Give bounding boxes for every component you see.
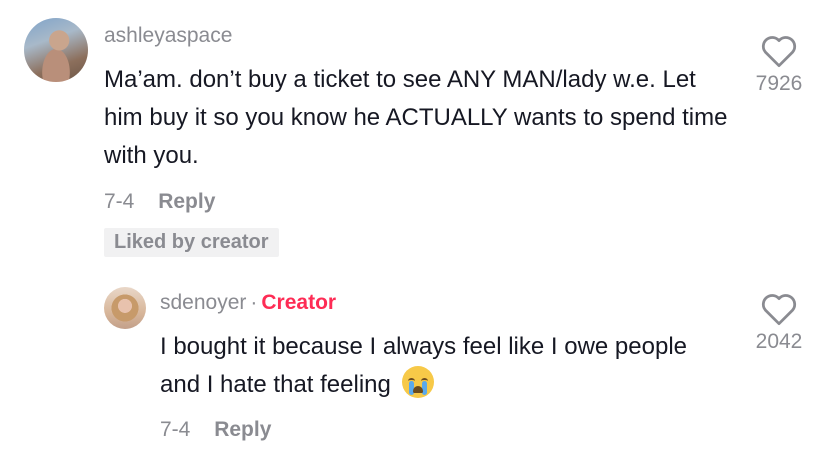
like-count: 7926 — [755, 72, 803, 95]
creator-badge: Creator — [261, 291, 337, 314]
avatar[interactable] — [104, 287, 146, 329]
loudly-crying-face-icon — [401, 366, 434, 398]
heart-outline-icon[interactable] — [760, 292, 798, 326]
avatar[interactable] — [24, 18, 88, 82]
like-button[interactable]: 7926 — [744, 34, 814, 96]
comment-text: Ma’am. don’t buy a ticket to see ANY MAN… — [104, 66, 728, 169]
reply-button[interactable]: Reply — [214, 418, 271, 441]
reply-username-row: sdenoyer · Creator — [160, 291, 336, 315]
reply-text-block: I bought it because I always feel like I… — [160, 328, 730, 404]
comment-username[interactable]: ashleyaspace — [104, 24, 232, 48]
comment-meta: 7-4 Reply — [104, 190, 215, 214]
comment-date: 7-4 — [104, 190, 135, 213]
separator-dot: · — [250, 291, 258, 314]
like-count: 2042 — [755, 330, 803, 353]
reply-date: 7-4 — [160, 418, 191, 441]
reply-username[interactable]: sdenoyer — [160, 291, 246, 314]
heart-outline-icon[interactable] — [760, 34, 798, 68]
reply-meta: 7-4 Reply — [160, 418, 271, 442]
reply-button[interactable]: Reply — [158, 190, 215, 213]
like-button[interactable]: 2042 — [744, 292, 814, 354]
liked-by-creator-badge: Liked by creator — [104, 228, 279, 257]
